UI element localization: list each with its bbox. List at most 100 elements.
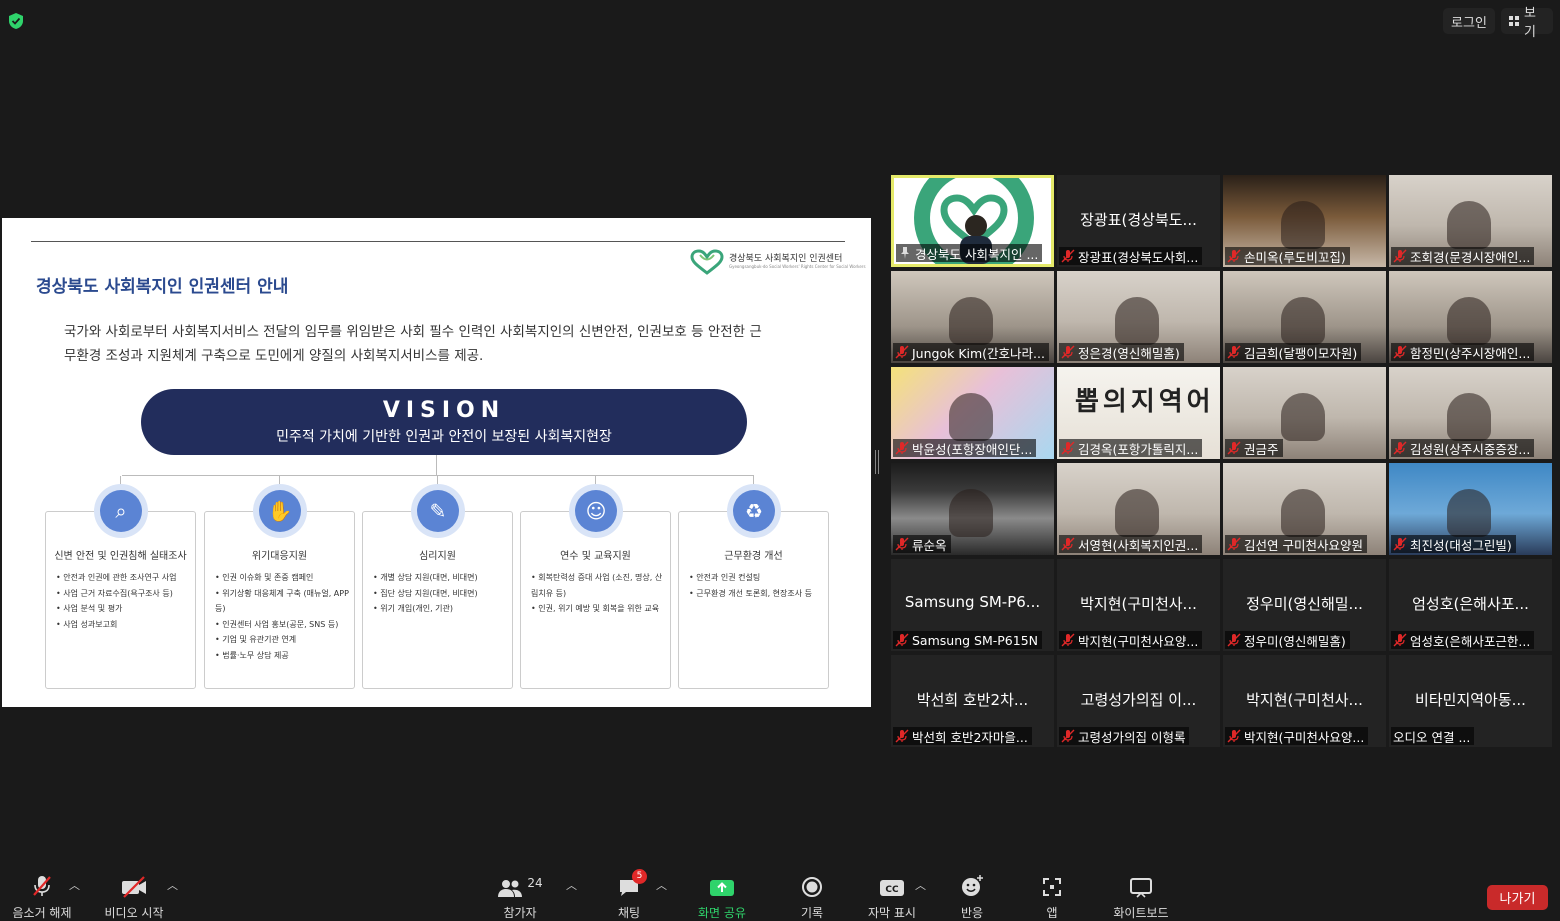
participant-name: 장광표(경상북도사회... [1078, 249, 1199, 265]
chat-button[interactable]: 5 채팅 [612, 869, 647, 921]
participant-tile[interactable]: 정우미(영신해밀... 정우미(영신해밀홈) [1223, 559, 1386, 651]
participant-tile[interactable]: 엄성호(은해사포... 엄성호(은해사포근한... [1389, 559, 1552, 651]
service-card-title: 신변 안전 및 인권침해 실태조사 [54, 551, 187, 562]
participant-name-label: 서영현(사회복지인권... [1059, 535, 1203, 553]
participant-tile[interactable]: 김선연 구미천사요양원 [1223, 463, 1386, 555]
muted-mic-icon [1393, 249, 1407, 263]
captions-button[interactable]: CC 자막 표시 [864, 871, 920, 921]
leave-button[interactable]: 나가기 [1487, 885, 1548, 910]
service-card-item: 위기상황 대응체계 구축 (매뉴얼, APP 등) [215, 586, 350, 617]
person-silhouette [1281, 297, 1325, 345]
reactions-label: 반응 [960, 906, 984, 920]
video-label: 비디오 시작 [104, 906, 164, 920]
captions-options-caret[interactable]: ︿ [915, 877, 926, 893]
participant-name: 경상북도 사회복지인 ... [915, 246, 1039, 262]
participant-name: 오디오 연결 ... [1393, 729, 1471, 745]
participant-tile[interactable]: 박윤성(포항장애인단... [891, 367, 1054, 459]
participant-tile[interactable]: 정은경(영신해밀홈) [1057, 271, 1220, 363]
participant-tile[interactable]: 박지현(구미천사... 박지현(구미천사요양... [1057, 559, 1220, 651]
logo-text: 경상북도 사회복지인 인권센터 [729, 253, 843, 264]
participant-name-large: 박지현(구미천사... [1246, 691, 1363, 709]
login-button[interactable]: 로그인 [1443, 8, 1495, 34]
view-button[interactable]: 보기 [1501, 6, 1553, 40]
participant-name-label: 류순옥 [893, 535, 951, 553]
participant-tile[interactable]: Samsung SM-P6... Samsung SM-P615N [891, 559, 1054, 651]
service-card-item: 안전과 인권에 관한 조사연구 사업 [56, 570, 191, 586]
participants-options-caret[interactable]: ︿ [566, 877, 577, 893]
record-button[interactable]: 기록 [796, 871, 828, 921]
participant-name: 엄성호(은해사포근한... [1410, 633, 1531, 649]
person-silhouette [949, 297, 993, 345]
panel-resize-handle[interactable] [875, 450, 879, 474]
muted-mic-icon [895, 729, 909, 743]
whiteboard-button[interactable]: 화이트보드 [1108, 871, 1174, 921]
participant-name-label: Jungok Kim(간호나라... [893, 343, 1049, 361]
participant-tile[interactable]: 경상북도 사회복지인 ... [891, 175, 1054, 267]
apps-button[interactable]: 앱 [1038, 871, 1066, 921]
start-video-button[interactable]: 비디오 시작 [101, 871, 167, 921]
service-card-list: 인권 이슈화 및 존중 캠페인위기상황 대응체계 구축 (매뉴얼, APP 등)… [215, 570, 350, 663]
participant-name-large: 박선희 호반2차... [916, 691, 1029, 709]
participant-tile[interactable]: 박선희 호반2차... 박선희 호반2자마을... [891, 655, 1054, 747]
unmute-button[interactable]: 음소거 해제 [10, 871, 74, 921]
hands-icon: ✋ [253, 484, 307, 538]
participant-name-large: 박지현(구미천사... [1080, 595, 1197, 613]
participant-tile[interactable]: 류순옥 [891, 463, 1054, 555]
participant-name: Jungok Kim(간호나라... [912, 345, 1045, 361]
participant-name-large: 정우미(영신해밀... [1246, 595, 1363, 613]
muted-mic-icon [895, 537, 909, 551]
service-card: ♻ 근무환경 개선안전과 인권 컨설팅근무환경 개선 토론회, 현장조사 등 [678, 476, 829, 689]
service-card-item: 사업 성과보고회 [56, 617, 191, 633]
security-shield-icon[interactable] [8, 12, 24, 30]
participant-tile[interactable]: Jungok Kim(간호나라... [891, 271, 1054, 363]
participant-tile[interactable]: 김성원(상주시중증장... [1389, 367, 1552, 459]
video-off-icon [122, 876, 146, 898]
participant-name-label: 권금주 [1225, 439, 1283, 457]
magnifier-icon: ⌕ [94, 484, 148, 538]
video-options-caret[interactable]: ︿ [167, 877, 178, 893]
tree-connector [436, 455, 437, 475]
recycle-icon: ♻ [727, 484, 781, 538]
chat-label: 채팅 [617, 906, 641, 920]
participant-tile[interactable]: 최진성(대성그린빌) [1389, 463, 1552, 555]
muted-mic-icon [1227, 537, 1241, 551]
person-silhouette [949, 489, 993, 537]
closed-captions-icon: CC [880, 880, 904, 896]
chat-options-caret[interactable]: ︿ [656, 877, 667, 893]
participant-tile[interactable]: 손미옥(루도비꼬집) [1223, 175, 1386, 267]
participant-tile[interactable]: 함정민(상주시장애인... [1389, 271, 1552, 363]
participant-tile[interactable]: 서영현(사회복지인권... [1057, 463, 1220, 555]
service-card-item: 인권, 위기 예방 및 회복을 위한 교육 [531, 601, 666, 617]
participant-name: 박선희 호반2자마을... [912, 729, 1028, 745]
muted-mic-icon [1227, 729, 1241, 743]
chat-unread-badge: 5 [632, 869, 647, 884]
participant-tile[interactable]: 박지현(구미천사... 박지현(구미천사요양... [1223, 655, 1386, 747]
muted-mic-icon [1227, 345, 1241, 359]
service-card-item: 인권센터 사업 홍보(공문, SNS 등) [215, 617, 350, 633]
participant-tile[interactable]: 권금주 [1223, 367, 1386, 459]
participant-tile[interactable]: 뽑의지역어 김경옥(포항가톨릭지... [1057, 367, 1220, 459]
muted-mic-icon [1061, 729, 1075, 743]
share-label: 화면 공유 [698, 906, 746, 920]
service-card-item: 위기 개입(개인, 기관) [373, 601, 508, 617]
participant-name-label: 김성원(상주시중증장... [1391, 439, 1535, 457]
service-card-item: 사업 분석 및 평가 [56, 601, 191, 617]
participant-tile[interactable]: 조회경(문경시장애인... [1389, 175, 1552, 267]
participant-name-label: 김선연 구미천사요양원 [1225, 535, 1367, 553]
participant-name-large: 비타민지역아동... [1415, 691, 1526, 709]
participant-tile[interactable]: 장광표(경상북도... 장광표(경상북도사회... [1057, 175, 1220, 267]
participant-tile[interactable]: 김금희(달팽이모자원) [1223, 271, 1386, 363]
audio-options-caret[interactable]: ︿ [69, 877, 80, 893]
participant-tile[interactable]: 고령성가의집 이... 고령성가의집 이형록 [1057, 655, 1220, 747]
share-screen-button[interactable]: 화면 공유 [694, 871, 750, 921]
participant-name: 손미옥(루도비꼬집) [1244, 249, 1346, 265]
participant-tile[interactable]: 비타민지역아동... 오디오 연결 ... [1389, 655, 1552, 747]
shared-screen: 경상북도 사회복지인 인권센터 Gyeongsangbuk-do Social … [2, 218, 871, 707]
person-silhouette [1281, 201, 1325, 249]
participant-name: 박지현(구미천사요양... [1244, 729, 1365, 745]
participant-name-label: 손미옥(루도비꼬집) [1225, 247, 1350, 265]
participants-button[interactable]: 24 참가자 [498, 871, 543, 921]
service-card-item: 안전과 인권 컨설팅 [689, 570, 824, 586]
participant-name-label: 정은경(영신해밀홈) [1059, 343, 1184, 361]
reactions-button[interactable]: 반응 [956, 871, 988, 921]
